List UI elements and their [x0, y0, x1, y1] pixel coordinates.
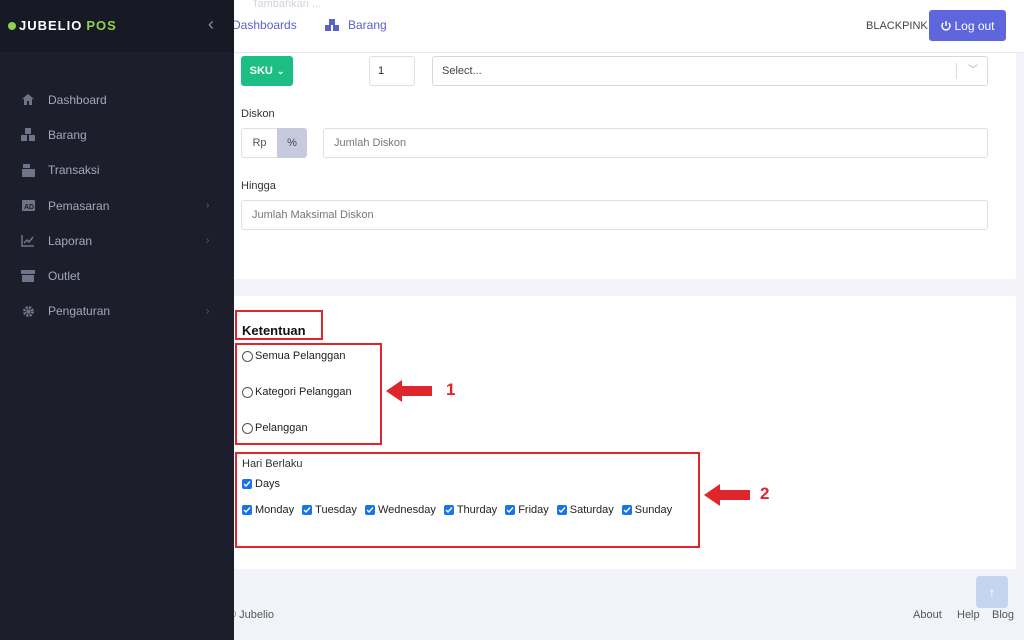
- arrow-left-icon: [386, 380, 432, 402]
- sidebar-item-outlet[interactable]: Outlet: [0, 258, 234, 293]
- boxes-icon: [325, 19, 339, 31]
- logo-dot-icon: [8, 21, 16, 30]
- sidebar-item-pengaturan[interactable]: Pengaturan ›: [0, 294, 234, 329]
- footer-copyright: © Jubelio: [228, 609, 275, 621]
- footer-link-blog[interactable]: Blog: [992, 609, 1014, 621]
- cash-register-icon: [21, 163, 35, 177]
- chart-line-icon: [21, 234, 35, 248]
- annotation-box-2: [235, 452, 700, 548]
- chevron-right-icon: ›: [206, 235, 210, 247]
- svg-text:AD: AD: [24, 204, 34, 211]
- gear-icon: [21, 304, 35, 318]
- annotation-number-2: 2: [760, 484, 770, 503]
- breadcrumb-dashboards[interactable]: Dashboards: [232, 18, 297, 32]
- chevron-right-icon: ›: [206, 200, 210, 212]
- boxes-icon: [21, 128, 35, 142]
- power-icon: [941, 20, 952, 31]
- diskon-label: Diskon: [241, 108, 275, 120]
- scroll-to-top-button[interactable]: ↑: [976, 576, 1008, 608]
- sidebar-item-transaksi[interactable]: Transaksi: [0, 153, 234, 188]
- app-logo[interactable]: JUBELIO POS: [8, 18, 117, 33]
- breadcrumb-barang[interactable]: Barang: [324, 18, 387, 32]
- chevron-right-icon: ›: [206, 305, 210, 317]
- sku-dropdown-button[interactable]: SKU ⌄: [241, 56, 293, 86]
- select-divider: [956, 63, 957, 79]
- annotation-number-1: 1: [446, 380, 456, 399]
- percent-toggle[interactable]: %: [277, 128, 307, 158]
- arrow-up-icon: ↑: [988, 584, 996, 600]
- footer-link-help[interactable]: Help: [957, 609, 980, 621]
- hingga-label: Hingga: [241, 180, 276, 192]
- arrow-left-icon: [704, 484, 750, 506]
- store-icon: [21, 269, 35, 283]
- logout-button[interactable]: Log out: [929, 10, 1006, 41]
- item-select[interactable]: Select... ﹀: [432, 56, 988, 86]
- rp-toggle[interactable]: Rp: [241, 128, 277, 158]
- hingga-input[interactable]: Jumlah Maksimal Diskon: [241, 200, 988, 230]
- home-icon: [21, 93, 35, 107]
- sidebar-item-barang[interactable]: Barang: [0, 117, 234, 152]
- user-name[interactable]: BLACKPINK: [866, 20, 928, 32]
- sidebar-nav: Dashboard Barang Transaksi AD Pemasaran …: [0, 82, 234, 329]
- sidebar-item-laporan[interactable]: Laporan ›: [0, 223, 234, 258]
- diskon-input[interactable]: Jumlah Diskon: [323, 128, 988, 158]
- annotation-box-1: [235, 343, 382, 445]
- sidebar: JUBELIO POS ‹ Dashboard Barang Transaksi …: [0, 0, 234, 640]
- sidebar-item-pemasaran[interactable]: AD Pemasaran ›: [0, 188, 234, 223]
- collapse-sidebar-icon[interactable]: ‹: [208, 15, 214, 33]
- ghost-text: Tambahkan ...: [252, 0, 322, 10]
- chevron-down-icon: ﹀: [968, 65, 978, 76]
- chevron-down-icon: ⌄: [276, 65, 285, 76]
- annotation-box-ketentuan: [235, 310, 323, 340]
- quantity-input[interactable]: 1: [369, 56, 415, 86]
- sidebar-item-dashboard[interactable]: Dashboard: [0, 82, 234, 117]
- discount-card: SKU ⌄ 1 Select... ﹀ Diskon Rp % Jumlah D…: [234, 53, 1016, 279]
- brand-bar: JUBELIO POS ‹: [0, 0, 234, 52]
- ad-icon: AD: [21, 199, 35, 213]
- footer-link-about[interactable]: About: [913, 609, 942, 621]
